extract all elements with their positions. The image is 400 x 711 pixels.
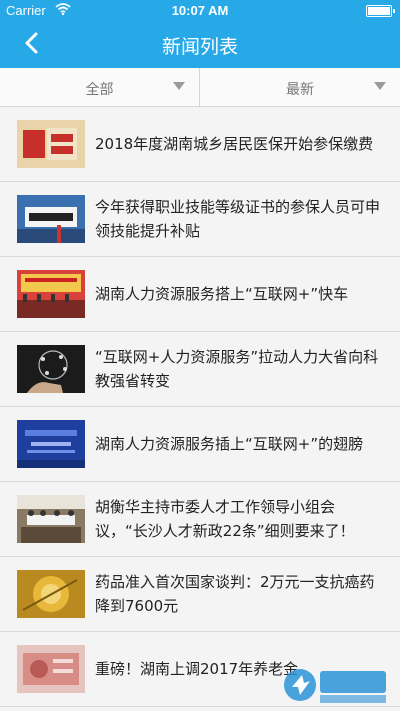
navigation-bar: 新闻列表 (0, 20, 400, 68)
news-title: 2018年度湖南城乡居民医保开始参保缴费 (95, 135, 374, 153)
network-hand-image (17, 345, 85, 393)
news-item[interactable]: 今年获得职业技能等级证书的参保人员可申领技能提升补贴 (0, 182, 400, 257)
news-item[interactable]: 湖南人力资源服务插上“互联网+”的翅膀 (0, 407, 400, 482)
dropdown-arrow-icon (173, 82, 185, 90)
dropdown-arrow-icon (374, 82, 386, 90)
conference-stage-image (17, 270, 85, 318)
status-bar: Carrier 10:07 AM (0, 0, 400, 20)
news-item[interactable]: 胡衡华主持市委人才工作领导小组会议，“长沙人才新政22条”细则要来了！ (0, 482, 400, 557)
page-title: 新闻列表 (161, 36, 238, 58)
news-item[interactable]: 药品准入首次国家谈判：2万元一支抗癌药降到7600元 (0, 557, 400, 632)
category-filter[interactable]: 全部 (0, 68, 200, 106)
news-item[interactable]: 湖南人力资源服务搭上“互联网+”快车 (0, 257, 400, 332)
category-filter-label: 全部 (85, 82, 114, 98)
news-title: 胡衡华主持市委人才工作领导小组会议，“长沙人才新政22条”细则要来了！ (95, 498, 355, 540)
filter-bar: 全部 最新 (0, 68, 400, 107)
sort-filter-label: 最新 (286, 82, 314, 98)
news-list: 2018年度湖南城乡居民医保开始参保缴费 今年获得职业技能等级证书的参保人员可申… (0, 107, 400, 707)
battery-icon (366, 5, 395, 17)
news-item[interactable]: “互联网+人力资源服务”拉动人力大省向科教强省转变 (0, 332, 400, 407)
news-title: 湖南人力资源服务插上“互联网+”的翅膀 (95, 435, 364, 453)
medicine-image (17, 570, 85, 618)
news-item[interactable]: 2018年度湖南城乡居民医保开始参保缴费 (0, 107, 400, 182)
medical-insurance-image (17, 120, 85, 168)
meeting-room-image (17, 495, 85, 543)
sort-filter[interactable]: 最新 (200, 68, 400, 106)
news-title: 今年获得职业技能等级证书的参保人员可申领技能提升补贴 (95, 198, 381, 240)
news-title: “互联网+人力资源服务”拉动人力大省向科教强省转变 (95, 348, 379, 390)
news-title: 药品准入首次国家谈判：2万元一支抗癌药降到7600元 (95, 573, 375, 615)
blue-banner-image (17, 420, 85, 468)
money-image (17, 645, 85, 693)
jobs-image (17, 195, 85, 243)
clock: 10:07 AM (171, 3, 229, 18)
news-title: 湖南人力资源服务搭上“互联网+”快车 (95, 285, 349, 303)
watermark-logo (282, 663, 392, 707)
